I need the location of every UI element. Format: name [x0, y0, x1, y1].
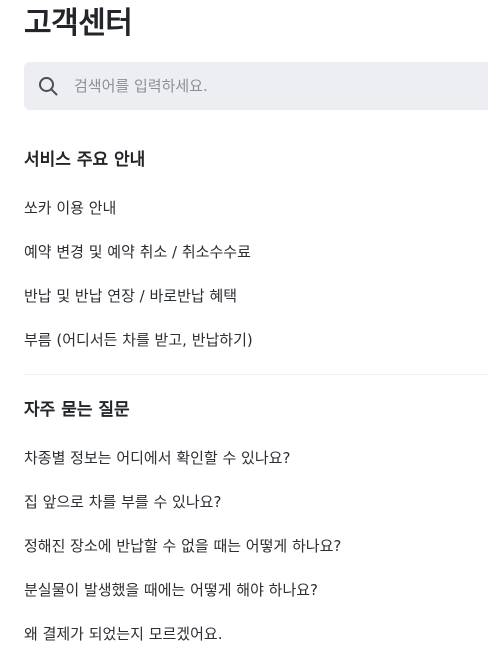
- service-guide-title: 서비스 주요 안내: [24, 150, 146, 170]
- service-guide-item[interactable]: 반납 및 반납 연장 / 바로반납 혜택: [24, 284, 237, 308]
- search-input[interactable]: [74, 62, 488, 110]
- section-divider: [24, 374, 488, 375]
- faq-item[interactable]: 정해진 장소에 반납할 수 없을 때는 어떻게 하나요?: [24, 534, 341, 558]
- service-guide-section: 서비스 주요 안내 쏘카 이용 안내 예약 변경 및 예약 취소 / 취소수수료…: [24, 146, 488, 349]
- faq-item[interactable]: 차종별 정보는 어디에서 확인할 수 있나요?: [24, 446, 290, 470]
- service-guide-item[interactable]: 예약 변경 및 예약 취소 / 취소수수료: [24, 240, 251, 264]
- search-icon: [39, 77, 58, 96]
- page-title: 고객센터: [24, 6, 133, 41]
- search-box[interactable]: [24, 62, 488, 110]
- service-guide-item[interactable]: 쏘카 이용 안내: [24, 196, 116, 220]
- faq-section: 자주 묻는 질문 차종별 정보는 어디에서 확인할 수 있나요? 집 앞으로 차…: [24, 396, 488, 643]
- help-center-page: 고객센터 서비스 주요 안내 쏘카 이용 안내 예약 변경 및 예약 취소 / …: [0, 0, 488, 666]
- faq-title: 자주 묻는 질문: [24, 400, 130, 420]
- faq-item[interactable]: 집 앞으로 차를 부를 수 있나요?: [24, 490, 221, 514]
- service-guide-item[interactable]: 부름 (어디서든 차를 받고, 반납하기): [24, 328, 253, 352]
- faq-item[interactable]: 왜 결제가 되었는지 모르겠어요.: [24, 622, 222, 646]
- faq-item[interactable]: 분실물이 발생했을 때에는 어떻게 해야 하나요?: [24, 578, 318, 602]
